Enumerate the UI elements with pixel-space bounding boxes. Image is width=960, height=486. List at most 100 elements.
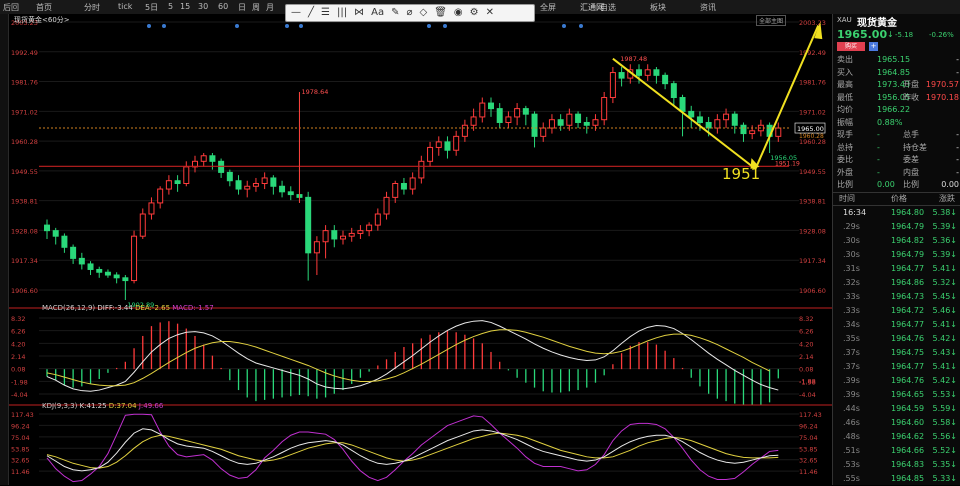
- buy-button[interactable]: 购买: [837, 42, 865, 51]
- tick-price: 1964.77: [891, 320, 925, 329]
- kdj-title: KDJ(9,3,3): [42, 402, 78, 410]
- quote-label: 最高: [837, 80, 853, 89]
- quote-label: 均价: [837, 105, 853, 114]
- quote-label: 现手: [837, 130, 853, 139]
- quote-value-2: -: [956, 142, 959, 152]
- tick-time: .46s: [843, 418, 860, 427]
- sector-button[interactable]: 板块: [650, 2, 666, 13]
- home-button[interactable]: 首页: [36, 2, 52, 13]
- gear-icon[interactable]: ⚙: [467, 5, 482, 21]
- tick-price: 1964.60: [891, 418, 925, 427]
- tick-row: .48s 1964.62 5.56↓: [833, 430, 960, 444]
- quote-row: 振幅 0.88%: [833, 117, 960, 129]
- candle-body: [148, 202, 155, 215]
- candle-body: [592, 119, 599, 126]
- candle-body: [653, 69, 660, 76]
- candle-body: [418, 160, 425, 179]
- candle-body: [313, 241, 320, 254]
- tab-tick[interactable]: tick: [118, 2, 132, 11]
- trash-icon[interactable]: 🗑: [431, 5, 450, 21]
- tab-5day[interactable]: 5日: [145, 2, 158, 13]
- candle-body: [618, 72, 625, 79]
- tick-row: .39s 1964.76 5.42↓: [833, 374, 960, 388]
- add-watch-button[interactable]: +: [869, 42, 878, 51]
- huitong-link[interactable]: 汇通网: [580, 2, 604, 13]
- candle-body: [113, 274, 120, 279]
- eraser-icon[interactable]: ◇: [417, 5, 431, 21]
- quote-value: -: [877, 130, 880, 139]
- candle-body: [322, 230, 329, 243]
- tab-week[interactable]: 周: [252, 2, 260, 13]
- tick-change: 5.59↓: [932, 404, 957, 413]
- measure-icon[interactable]: ⌀: [403, 5, 415, 21]
- close-icon[interactable]: ✕: [483, 5, 497, 21]
- drawing-toolbar: — ╱ ☰ ||| ⋈ Aa ✎ ⌀ ◇ 🗑 ◉ ⚙ ✕: [285, 4, 535, 22]
- tick-row: .55s 1964.85 5.33↓: [833, 472, 960, 486]
- tick-row: .29s 1964.79 5.39↓: [833, 220, 960, 234]
- candle-body: [348, 232, 355, 237]
- candle-body: [731, 113, 738, 126]
- tab-month[interactable]: 月: [266, 2, 274, 13]
- tick-price: 1964.75: [891, 348, 925, 357]
- vertical-lines-icon[interactable]: |||: [334, 5, 350, 21]
- y-tick-right: 2003.23: [799, 19, 826, 27]
- eye-icon[interactable]: ◉: [451, 5, 466, 21]
- tick-price: 1964.77: [891, 362, 925, 371]
- tab-5min[interactable]: 5: [168, 2, 173, 11]
- pencil-icon[interactable]: ✎: [388, 5, 402, 21]
- kdj-y-tick-right: 117.43: [799, 411, 822, 419]
- y-tick-left: 1971.02: [11, 108, 38, 116]
- candle-body: [52, 230, 59, 237]
- tab-15min[interactable]: 15: [180, 2, 190, 11]
- tab-timeshare[interactable]: 分时: [84, 2, 100, 13]
- quote-value-2: -: [956, 130, 959, 139]
- chart-area[interactable]: 2003.23 2003.231992.49 1992.491981.76 1981.…: [9, 14, 832, 485]
- tick-time: .29s: [843, 222, 860, 231]
- event-dot: [562, 24, 566, 28]
- candle-body: [775, 127, 782, 137]
- line-tool-icon[interactable]: —: [288, 5, 304, 21]
- macd-y-tick-left: 4.20: [11, 340, 25, 348]
- tick-change: 5.32↓: [932, 278, 957, 287]
- candle-body: [340, 235, 346, 240]
- tick-time: .39s: [843, 376, 860, 385]
- text-tool-icon[interactable]: Aa: [368, 5, 387, 21]
- candle-body: [157, 188, 164, 204]
- fullscreen-button[interactable]: 全屏: [540, 2, 556, 13]
- macd-y-tick-right: 4.20: [799, 340, 813, 348]
- tick-change: 5.42↓: [932, 334, 957, 343]
- event-dot: [235, 24, 239, 28]
- quote-row: 最低 1956.05 昨收 1970.18: [833, 92, 960, 104]
- pattern-tool-icon[interactable]: ⋈: [351, 5, 367, 21]
- ticks-header: 时间 价格 涨跌: [833, 192, 960, 206]
- peak-label: 1978.64: [301, 88, 328, 96]
- quote-row: 最高 1973.43 开盘 1970.57: [833, 79, 960, 91]
- candle-body: [714, 119, 721, 129]
- tick-change: 5.33↓: [932, 474, 957, 483]
- quote-label-2: 内盘: [903, 167, 919, 177]
- main-chart-selector[interactable]: 全部主图: [756, 15, 787, 26]
- y-tick-right: 1949.55: [799, 168, 826, 176]
- quote-value-2: 1970.57: [925, 80, 959, 89]
- candle-body: [174, 180, 181, 184]
- tab-30min[interactable]: 30: [198, 2, 208, 11]
- quote-label: 买入: [837, 67, 853, 77]
- tick-price: 1964.66: [891, 446, 925, 455]
- y-tick-right: 1917.34: [799, 257, 826, 265]
- y-tick-left: 1938.81: [11, 198, 38, 206]
- candle-body: [226, 171, 233, 182]
- candle-body: [522, 108, 529, 115]
- tick-row: .51s 1964.66 5.52↓: [833, 444, 960, 458]
- tick-row: .53s 1964.83 5.35↓: [833, 458, 960, 472]
- channel-tool-icon[interactable]: ☰: [318, 5, 333, 21]
- news-button[interactable]: 资讯: [700, 2, 716, 13]
- ray-tool-icon[interactable]: ╱: [305, 5, 317, 21]
- tab-60min[interactable]: 60: [218, 2, 228, 11]
- back-button[interactable]: 后回: [3, 2, 19, 13]
- tick-price: 1964.83: [891, 460, 925, 469]
- tab-day[interactable]: 日: [238, 2, 246, 13]
- quote-panel: XAU 现货黄金 1965.00 ↓ -5.18 -0.26% 购买 + 卖出 1…: [832, 14, 960, 485]
- macd-y-tick-left: -1.98: [11, 378, 28, 386]
- candle-body: [44, 224, 50, 232]
- tick-change: 5.46↓: [932, 306, 957, 315]
